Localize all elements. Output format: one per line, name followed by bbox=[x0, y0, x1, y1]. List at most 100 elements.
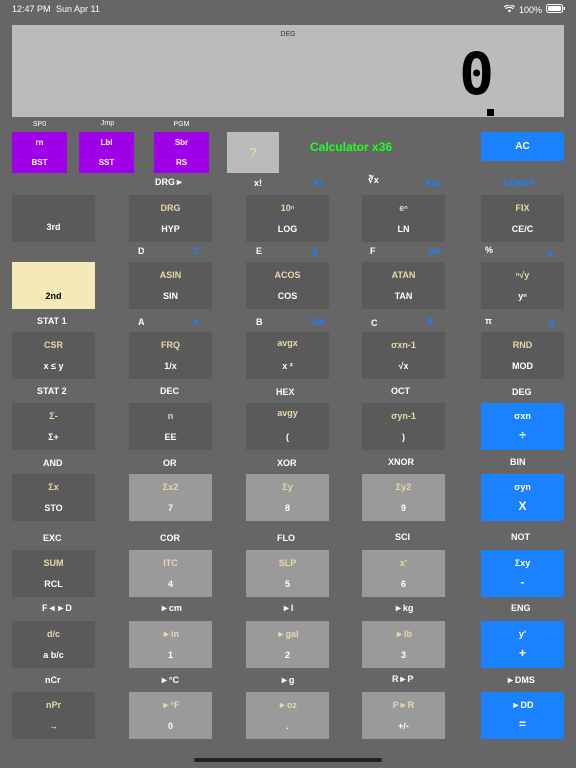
sst-label: SST bbox=[98, 158, 115, 168]
flo-label: FLO bbox=[277, 533, 295, 543]
status-date: Sun Apr 11 bbox=[56, 4, 100, 14]
sto-key[interactable]: Σx STO bbox=[12, 474, 95, 521]
digit-3-key[interactable]: ►lb 3 bbox=[362, 621, 445, 668]
hex-label: HEX bbox=[276, 387, 295, 397]
stat1-label: STAT 1 bbox=[37, 316, 67, 326]
rcl-key[interactable]: SUM RCL bbox=[12, 550, 95, 597]
grav-constant-label: G bbox=[548, 319, 556, 329]
decimal-key[interactable]: ►oz . bbox=[246, 692, 329, 739]
avogadro-label: NA bbox=[312, 317, 325, 327]
const-label: CONST bbox=[503, 178, 535, 188]
ki-label: KI bbox=[314, 178, 323, 188]
to-liter-label: ►l bbox=[282, 603, 294, 613]
hex-c-label: C bbox=[371, 318, 378, 328]
digit-5-key[interactable]: SLP 5 bbox=[246, 550, 329, 597]
cos-key[interactable]: ACOS COS bbox=[246, 262, 329, 309]
x-le-y-key[interactable]: CSR x ≤ y bbox=[12, 332, 95, 379]
ac-button[interactable]: AC bbox=[481, 132, 564, 161]
ncr-label: nCr bbox=[45, 675, 61, 685]
digit-7-key[interactable]: Σx2 7 bbox=[129, 474, 212, 521]
ln-key[interactable]: eⁿ LN bbox=[362, 195, 445, 242]
log-key[interactable]: 10ⁿ LOG bbox=[246, 195, 329, 242]
electron-mass-label: me bbox=[428, 246, 442, 256]
rs-label: RS bbox=[175, 158, 188, 168]
oct-label: OCT bbox=[391, 386, 410, 396]
digit-6-key[interactable]: x' 6 bbox=[362, 550, 445, 597]
digit-2-key[interactable]: ►gal 2 bbox=[246, 621, 329, 668]
exc-label: EXC bbox=[43, 533, 62, 543]
subtract-key[interactable]: Σxy - bbox=[481, 550, 564, 597]
mod-key[interactable]: RND MOD bbox=[481, 332, 564, 379]
app-title: Calculator x36 bbox=[310, 140, 393, 154]
rect-to-polar-label: R►P bbox=[392, 674, 414, 684]
hex-a-label: A bbox=[138, 317, 145, 327]
angle-mode-indicator: DEG bbox=[280, 31, 296, 38]
third-function-key[interactable]: 3rd bbox=[12, 195, 95, 242]
divide-key[interactable]: σxn ÷ bbox=[481, 403, 564, 450]
ee-key[interactable]: n EE bbox=[129, 403, 212, 450]
percent-label: % bbox=[485, 245, 494, 255]
to-dms-label: ►DMS bbox=[506, 675, 535, 685]
sci-label: SCI bbox=[395, 532, 411, 542]
pi-label: π bbox=[485, 316, 492, 326]
xor-label: XOR bbox=[277, 458, 297, 468]
equals-key[interactable]: ►DD = bbox=[481, 692, 564, 739]
hyp-key[interactable]: DRG HYP bbox=[129, 195, 212, 242]
rn-label: rn bbox=[35, 137, 44, 147]
speed-of-light-label: C bbox=[193, 246, 200, 256]
sigma-plus-key[interactable]: Σ- Σ+ bbox=[12, 403, 95, 450]
electron-charge-label: e bbox=[548, 248, 554, 258]
help-button[interactable]: ? bbox=[227, 132, 279, 173]
frac-dec-label: F◄►D bbox=[42, 603, 72, 613]
km-label: Km bbox=[426, 178, 441, 188]
digit-8-key[interactable]: Σy 8 bbox=[246, 474, 329, 521]
tan-key[interactable]: ATAN TAN bbox=[362, 262, 445, 309]
drg-label: DRG► bbox=[155, 177, 184, 187]
home-indicator[interactable] bbox=[194, 758, 382, 762]
planck-label: h bbox=[193, 317, 199, 327]
calculator-display: DEG 0 bbox=[12, 25, 564, 117]
sbr-rs-button[interactable]: Sbr RS bbox=[154, 132, 209, 173]
second-function-key[interactable]: 2nd bbox=[12, 262, 95, 309]
sin-key[interactable]: ASIN SIN bbox=[129, 262, 212, 309]
dec-label: DEC bbox=[160, 386, 180, 396]
ce-c-key[interactable]: FIX CE/C bbox=[481, 195, 564, 242]
status-right: 100% bbox=[503, 3, 566, 15]
power-key[interactable]: ⁿ√y yⁿ bbox=[481, 262, 564, 309]
battery-icon bbox=[546, 4, 566, 15]
square-key[interactable]: avgx x ² bbox=[246, 332, 329, 379]
sp0-label: SP0 bbox=[32, 121, 47, 128]
to-gram-label: ►g bbox=[280, 675, 295, 685]
arrow-key[interactable]: nPr → bbox=[12, 692, 95, 739]
pgm-label: PGM bbox=[173, 121, 190, 128]
hex-f-label: F bbox=[370, 246, 376, 256]
status-time: 12:47 PM bbox=[12, 4, 51, 14]
deg-label: DEG bbox=[512, 387, 532, 397]
digit-0-key[interactable]: ►°F 0 bbox=[129, 692, 212, 739]
sqrt-key[interactable]: σxn-1 √x bbox=[362, 332, 445, 379]
xnor-label: XNOR bbox=[388, 457, 415, 467]
sbr-label: Sbr bbox=[174, 137, 189, 147]
battery-percent: 100% bbox=[518, 4, 542, 15]
and-label: AND bbox=[43, 458, 63, 468]
factorial-label: x! bbox=[254, 178, 263, 188]
close-paren-key[interactable]: σyn-1 ) bbox=[362, 403, 445, 450]
open-paren-key[interactable]: avgy ( bbox=[246, 403, 329, 450]
reciprocal-key[interactable]: FRQ 1/x bbox=[129, 332, 212, 379]
digit-9-key[interactable]: Σy2 9 bbox=[362, 474, 445, 521]
jmp-label: Jmp bbox=[100, 120, 115, 127]
not-label: NOT bbox=[511, 532, 530, 542]
add-key[interactable]: y' + bbox=[481, 621, 564, 668]
gravity-label: g bbox=[312, 246, 318, 256]
fraction-key[interactable]: d/c a b/c bbox=[12, 621, 95, 668]
lbl-sst-button[interactable]: Lbl SST bbox=[79, 132, 134, 173]
hex-b-label: B bbox=[256, 317, 263, 327]
bin-label: BIN bbox=[510, 457, 526, 467]
rn-bst-button[interactable]: rn BST bbox=[12, 132, 67, 173]
decimal-point-indicator bbox=[487, 109, 494, 116]
digit-1-key[interactable]: ►in 1 bbox=[129, 621, 212, 668]
multiply-key[interactable]: σyn X bbox=[481, 474, 564, 521]
digit-4-key[interactable]: ITC 4 bbox=[129, 550, 212, 597]
to-kg-label: ►kg bbox=[394, 603, 414, 613]
sign-change-key[interactable]: P►R +/- bbox=[362, 692, 445, 739]
